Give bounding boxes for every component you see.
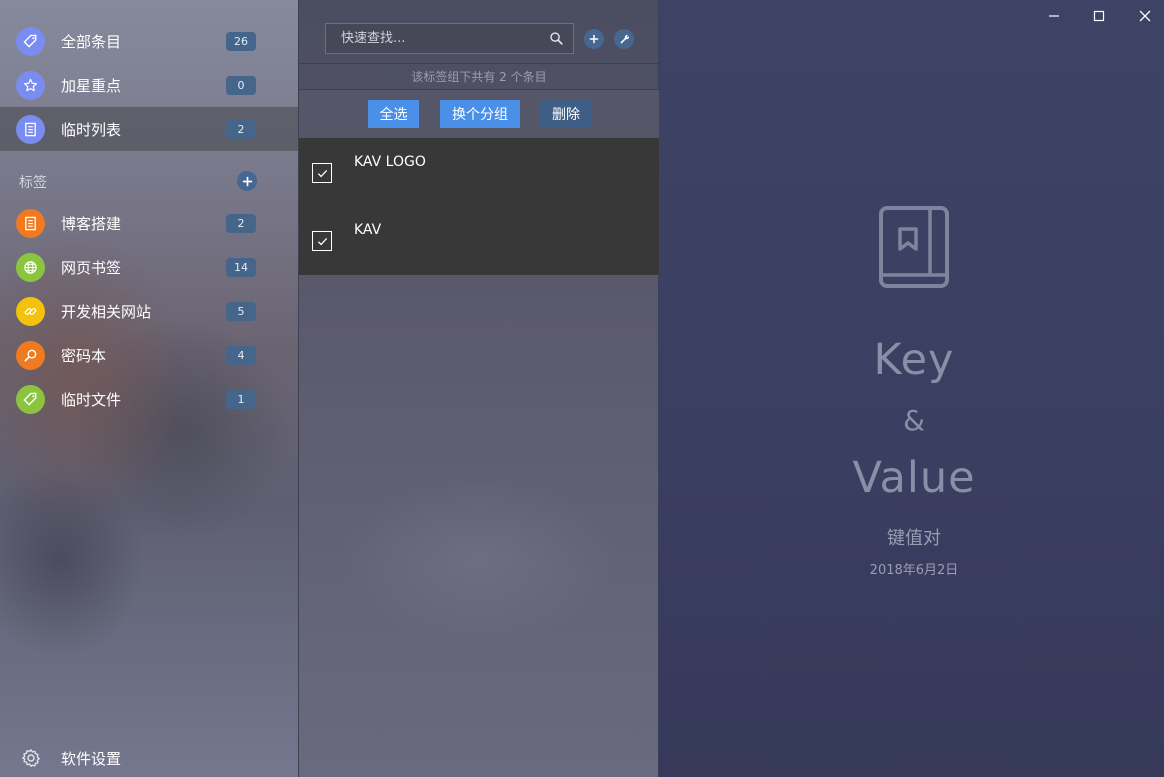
minimize-button[interactable]: [1043, 5, 1065, 27]
change-group-button[interactable]: 换个分组: [440, 100, 520, 128]
close-button[interactable]: [1134, 5, 1156, 27]
wrench-icon: [619, 34, 629, 44]
brand-ampersand: &: [903, 404, 925, 437]
tags-section-label: 标签: [19, 175, 47, 191]
sidebar-tag-passwords[interactable]: 密码本 4: [0, 333, 298, 377]
close-icon: [1139, 10, 1151, 22]
detail-panel: Key & Value 键值对 2018年6月2日: [659, 0, 1164, 777]
plus-icon: [589, 34, 599, 44]
star-icon: [16, 70, 45, 100]
item-title: KAV LOGO: [354, 154, 426, 170]
sidebar-tag-bookmarks[interactable]: 网页书签 14: [0, 245, 298, 289]
sidebar-item-label: 临时文件: [61, 390, 122, 409]
brand-date: 2018年6月2日: [869, 563, 959, 578]
item-title: KAV: [354, 222, 382, 238]
item-list: KAV LOGO KAV: [299, 138, 659, 275]
gear-icon: [22, 749, 40, 767]
tag-icon: [16, 26, 45, 56]
item-checkbox[interactable]: [312, 231, 332, 251]
brand-value: Value: [852, 453, 976, 503]
brand-key: Key: [873, 335, 955, 385]
settings-button[interactable]: 软件设置: [0, 742, 298, 774]
count-badge: 14: [226, 257, 256, 277]
item-checkbox[interactable]: [312, 163, 332, 183]
sidebar-item-label: 开发相关网站: [61, 302, 152, 321]
document-icon: [16, 208, 45, 238]
check-icon: [317, 169, 327, 177]
add-tag-button[interactable]: [237, 171, 257, 191]
maximize-button[interactable]: [1088, 5, 1110, 27]
add-item-button[interactable]: [584, 29, 604, 49]
book-icon: [879, 206, 949, 288]
sidebar-item-label: 全部条目: [61, 32, 122, 51]
sidebar-tag-blog[interactable]: 博客搭建 2: [0, 201, 298, 245]
count-badge: 5: [226, 301, 256, 321]
list-item[interactable]: KAV LOGO: [299, 138, 659, 206]
action-bar: 全选 换个分组 删除: [299, 90, 659, 138]
list-icon: [16, 114, 45, 144]
item-list-panel: 该标签组下共有 2 个条目 全选 换个分组 删除 KAV LOGO KAV: [298, 0, 659, 777]
sidebar-item-label: 临时列表: [61, 120, 122, 139]
count-badge: 26: [226, 31, 256, 51]
select-all-button[interactable]: 全选: [368, 100, 419, 128]
maximize-icon: [1093, 10, 1105, 22]
sidebar-item-label: 密码本: [61, 346, 107, 365]
brand-subtitle: 键值对: [887, 528, 941, 549]
list-item[interactable]: KAV: [299, 206, 659, 274]
item-count-info: 该标签组下共有 2 个条目: [299, 63, 659, 90]
count-badge: 4: [226, 345, 256, 365]
tag-icon: [16, 384, 45, 414]
sidebar: 全部条目 26 加星重点 0 临时列表 2 标签 博客搭建 2 网页书签 14: [0, 0, 298, 777]
plus-icon: [242, 176, 252, 186]
search-input[interactable]: [325, 23, 574, 54]
sidebar-item-label: 加星重点: [61, 76, 122, 95]
count-badge: 2: [226, 213, 256, 233]
count-badge: 0: [226, 75, 256, 95]
sidebar-item-label: 网页书签: [61, 258, 122, 277]
sidebar-item-all[interactable]: 全部条目 26: [0, 19, 298, 63]
check-icon: [317, 237, 327, 245]
sidebar-tag-temp-files[interactable]: 临时文件 1: [0, 377, 298, 421]
globe-icon: [16, 252, 45, 282]
tools-button[interactable]: [614, 29, 634, 49]
sidebar-item-label: 博客搭建: [61, 214, 122, 233]
sidebar-tag-dev-sites[interactable]: 开发相关网站 5: [0, 289, 298, 333]
sidebar-item-temp-list[interactable]: 临时列表 2: [0, 107, 298, 151]
sidebar-item-starred[interactable]: 加星重点 0: [0, 63, 298, 107]
search-key-icon: [16, 340, 45, 370]
link-icon: [16, 296, 45, 326]
delete-button[interactable]: 删除: [540, 100, 592, 128]
count-badge: 1: [226, 389, 256, 409]
count-badge: 2: [226, 119, 256, 139]
search-icon[interactable]: [549, 31, 564, 46]
minimize-icon: [1049, 15, 1059, 17]
settings-label: 软件设置: [61, 749, 122, 768]
